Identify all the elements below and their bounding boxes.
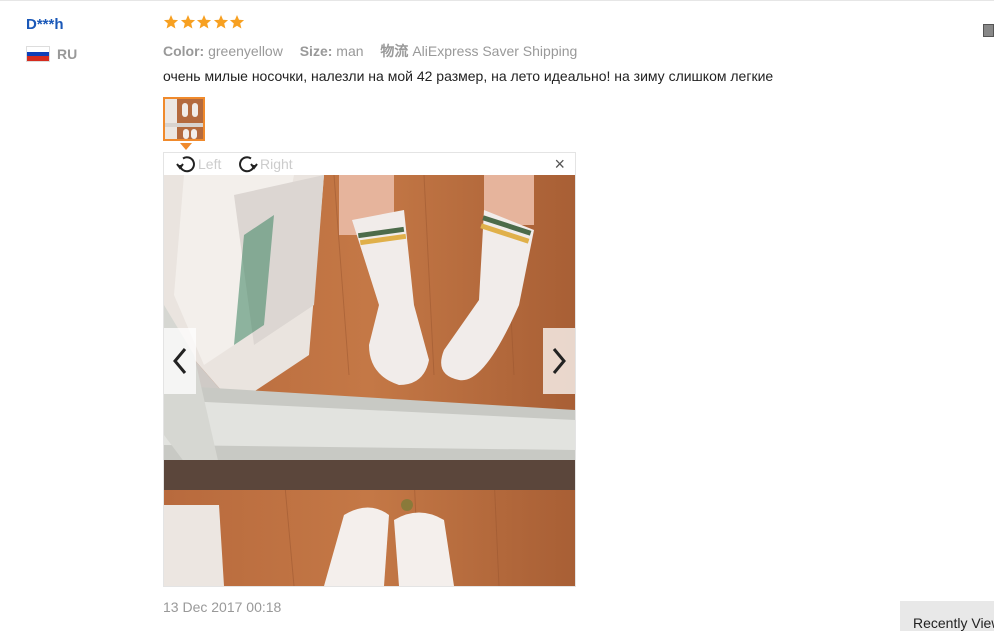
socks-photo xyxy=(164,175,575,586)
shipping-attribute: 物流 AliExpress Saver Shipping xyxy=(380,43,577,59)
rotate-left-label: Left xyxy=(198,156,222,172)
country-code: RU xyxy=(57,46,78,62)
rotate-left-button[interactable]: Left xyxy=(174,153,221,175)
reviewer-country: RU xyxy=(26,46,77,62)
star-icon xyxy=(196,15,212,29)
top-divider xyxy=(0,0,994,1)
color-attribute: Color: greenyellow xyxy=(163,43,283,59)
reviewer-name: D***h xyxy=(26,16,64,33)
size-attribute: Size: man xyxy=(300,43,364,59)
russia-flag-icon xyxy=(26,46,50,62)
chevron-right-icon xyxy=(552,348,566,374)
thumbnail-pointer xyxy=(180,143,192,150)
close-viewer-button[interactable]: × xyxy=(554,155,565,173)
review-photo xyxy=(164,175,575,586)
star-icon xyxy=(180,15,195,29)
rotate-right-icon xyxy=(239,156,258,173)
star-icon xyxy=(163,15,179,29)
chevron-left-icon xyxy=(173,348,187,374)
shipping-label: 物流 xyxy=(380,43,409,59)
color-value: greenyellow xyxy=(208,43,283,59)
previous-photo-button[interactable] xyxy=(164,328,196,394)
rotate-left-icon xyxy=(176,156,195,173)
review-text: очень милые носочки, налезли на мой 42 р… xyxy=(163,68,774,84)
review-date: 13 Dec 2017 00:18 xyxy=(163,599,282,615)
shipping-value: AliExpress Saver Shipping xyxy=(412,43,578,59)
scrollbar-indicator[interactable] xyxy=(983,24,994,37)
next-photo-button[interactable] xyxy=(543,328,575,394)
reviewer: D***h xyxy=(26,16,64,34)
size-label: Size: xyxy=(299,43,333,59)
recently-viewed-tab[interactable]: Recently Viewed xyxy=(900,601,994,631)
color-label: Color: xyxy=(163,43,205,59)
review-photo-thumbnail[interactable] xyxy=(163,97,205,141)
rotate-right-label: Right xyxy=(260,156,293,172)
review-attributes: Color: greenyellow Size: man 物流 AliExpre… xyxy=(163,41,590,61)
size-value: man xyxy=(336,43,364,59)
star-icon xyxy=(229,15,245,29)
star-rating xyxy=(163,14,246,30)
rotate-right-button[interactable]: Right xyxy=(236,153,293,175)
viewer-toolbar: Left Right × xyxy=(164,153,575,175)
photo-viewer: Left Right × xyxy=(163,152,576,587)
star-icon xyxy=(213,15,228,29)
